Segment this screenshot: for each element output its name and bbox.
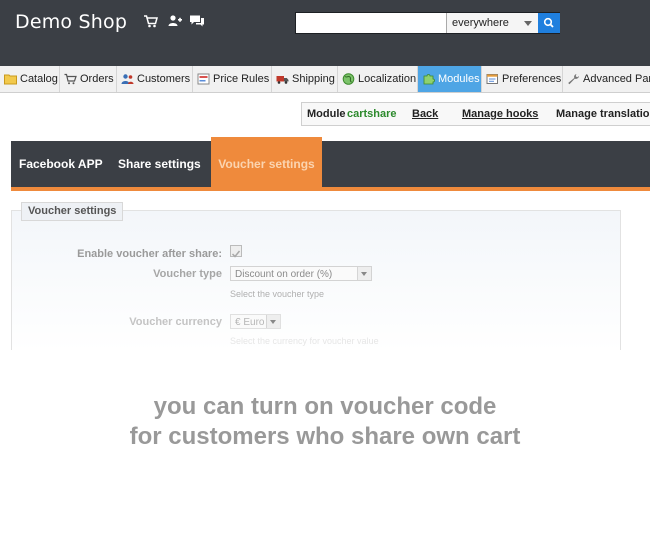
tab-localization[interactable]: Localization xyxy=(338,66,418,92)
customers-icon[interactable] xyxy=(167,13,183,29)
voucher-currency-value: € Euro xyxy=(235,317,265,328)
module-name: cartshare xyxy=(347,108,397,120)
voucher-type-hint: Select the voucher type xyxy=(230,289,325,299)
price-tag-icon xyxy=(197,73,210,85)
messages-icon[interactable] xyxy=(189,13,205,29)
tab-preferences[interactable]: Preferences xyxy=(482,66,563,92)
module-label: Module xyxy=(307,108,346,120)
chevron-down-icon xyxy=(524,21,532,26)
tab-shipping[interactable]: Shipping xyxy=(272,66,338,92)
folder-icon xyxy=(4,74,17,85)
tab-share-settings[interactable]: Share settings xyxy=(118,141,201,187)
wrench-icon xyxy=(568,74,579,85)
tab-facebook-app[interactable]: Facebook APP xyxy=(19,141,103,187)
cart-icon xyxy=(64,73,77,85)
admin-tab-bar: Catalog Orders Customers Price Rules Shi… xyxy=(0,66,650,93)
tab-modules[interactable]: Modules xyxy=(418,66,482,92)
module-tab-strip xyxy=(11,141,650,187)
preferences-icon xyxy=(486,74,498,84)
voucher-currency-select[interactable]: € Euro xyxy=(230,314,281,329)
search-scope-value: everywhere xyxy=(452,17,509,29)
chevron-down-icon xyxy=(266,315,280,328)
chevron-down-icon xyxy=(357,267,371,280)
puzzle-icon xyxy=(423,74,435,85)
search-icon xyxy=(543,17,554,28)
manage-hooks-link[interactable]: Manage hooks xyxy=(462,108,538,120)
module-tab-underline xyxy=(11,187,650,191)
voucher-type-value: Discount on order (%) xyxy=(235,269,333,280)
admin-header: Demo Shop everywhere xyxy=(0,0,650,66)
manage-translations-link[interactable]: Manage translation xyxy=(556,108,650,120)
module-toolbar: Module cartshare Back Manage hooks Manag… xyxy=(301,102,650,126)
tab-customers[interactable]: Customers xyxy=(117,66,193,92)
caption-line-1: you can turn on voucher code xyxy=(153,393,497,420)
truck-icon xyxy=(276,76,289,84)
cart-icon[interactable] xyxy=(143,13,159,29)
tab-advanced-parameters[interactable]: Advanced Para xyxy=(563,66,650,92)
search-input[interactable] xyxy=(296,13,446,33)
tab-orders[interactable]: Orders xyxy=(60,66,117,92)
voucher-currency-label: Voucher currency xyxy=(129,316,222,328)
search-button[interactable] xyxy=(538,13,560,33)
back-link[interactable]: Back xyxy=(412,108,438,120)
search-box: everywhere xyxy=(295,12,560,34)
globe-icon xyxy=(342,73,355,85)
voucher-type-label: Voucher type xyxy=(153,268,222,280)
shop-title[interactable]: Demo Shop xyxy=(15,11,127,33)
search-scope-select[interactable]: everywhere xyxy=(446,13,538,33)
checkmark-icon xyxy=(231,250,241,258)
fieldset-legend: Voucher settings xyxy=(21,202,124,221)
customers-icon xyxy=(121,74,134,84)
voucher-currency-hint: Select the currency for voucher value xyxy=(230,336,379,346)
voucher-type-select[interactable]: Discount on order (%) xyxy=(230,266,372,281)
enable-voucher-label: Enable voucher after share: xyxy=(77,248,222,260)
caption-line-2: for customers who share own cart xyxy=(129,423,521,450)
tab-voucher-settings[interactable]: Voucher settings xyxy=(211,137,322,187)
tab-price-rules[interactable]: Price Rules xyxy=(193,66,272,92)
enable-voucher-checkbox[interactable] xyxy=(230,245,242,258)
tab-catalog[interactable]: Catalog xyxy=(0,66,60,92)
